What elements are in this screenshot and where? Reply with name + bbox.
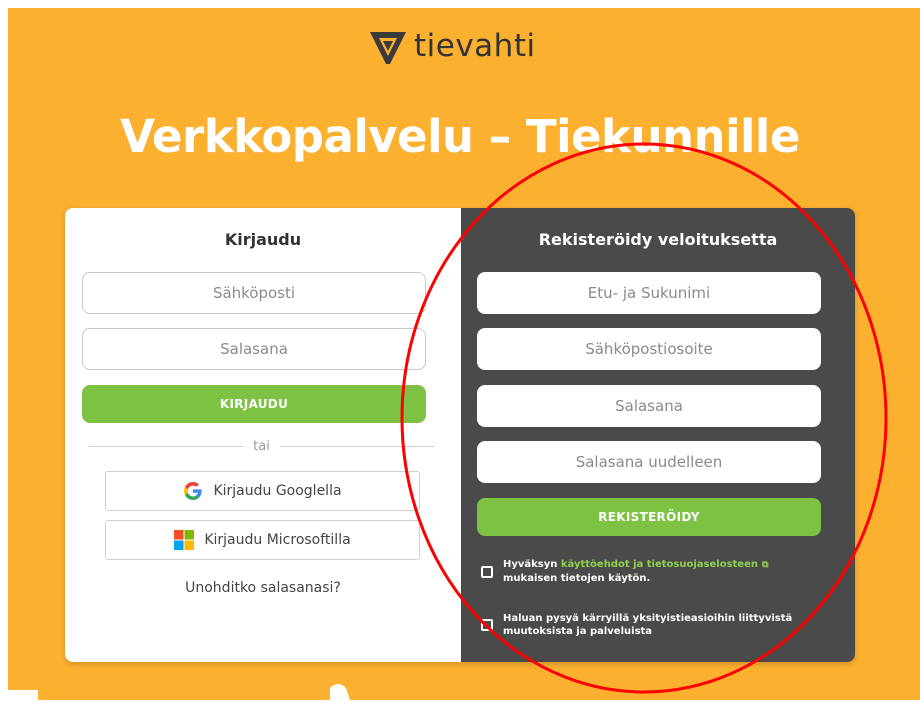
login-title: Kirjaudu [224,230,302,249]
google-login-label: Kirjaudu Googlella [213,483,342,499]
register-email-input[interactable] [477,328,821,370]
login-panel: Kirjaudu KIRJAUDU tai Kirjaudu Googlella [65,208,461,662]
register-panel: Rekisteröidy veloituksetta REKISTERÖIDY … [461,208,855,662]
login-email-input[interactable] [82,272,426,314]
microsoft-login-label: Kirjaudu Microsoftilla [204,532,351,548]
google-icon [184,482,203,500]
external-link-icon: ⧉ [762,560,769,570]
forgot-password-link[interactable]: Unohditko salasanasi? [65,580,461,596]
brand-name: tievahti [414,28,536,64]
newsletter-checkbox[interactable] [481,619,493,631]
login-password-input[interactable] [82,328,426,370]
register-title: Rekisteröidy veloituksetta [538,230,778,249]
or-divider: tai [89,438,434,454]
terms-checkbox[interactable] [481,565,493,578]
terms-text: Hyväksyn käyttöehdot ja tietosuojaselost… [503,559,769,584]
divider-text: tai [253,438,270,454]
register-password-input[interactable] [477,385,821,427]
page-title: Verkkopalvelu – Tiekunnille [120,110,800,163]
register-password-repeat-input[interactable] [477,441,821,483]
google-login-button[interactable]: Kirjaudu Googlella [105,471,420,511]
brand-logo[interactable]: tievahti [368,24,536,68]
decorative-silhouettes [8,684,350,700]
tievahti-v-logo-icon [370,32,406,64]
newsletter-row: Haluan pysyä kärryillä yksityistieasioih… [481,612,821,638]
microsoft-login-button[interactable]: Kirjaudu Microsoftilla [105,520,420,560]
terms-link[interactable]: käyttöehdot ja tietosuojaselosteen [561,559,758,570]
login-button[interactable]: KIRJAUDU [82,385,426,423]
register-button[interactable]: REKISTERÖIDY [477,498,821,536]
microsoft-icon [174,530,195,550]
register-name-input[interactable] [477,272,821,314]
auth-card: Kirjaudu KIRJAUDU tai Kirjaudu Googlella [65,208,855,662]
newsletter-text: Haluan pysyä kärryillä yksityistieasioih… [503,613,793,637]
terms-row: Hyväksyn käyttöehdot ja tietosuojaselost… [481,558,821,585]
